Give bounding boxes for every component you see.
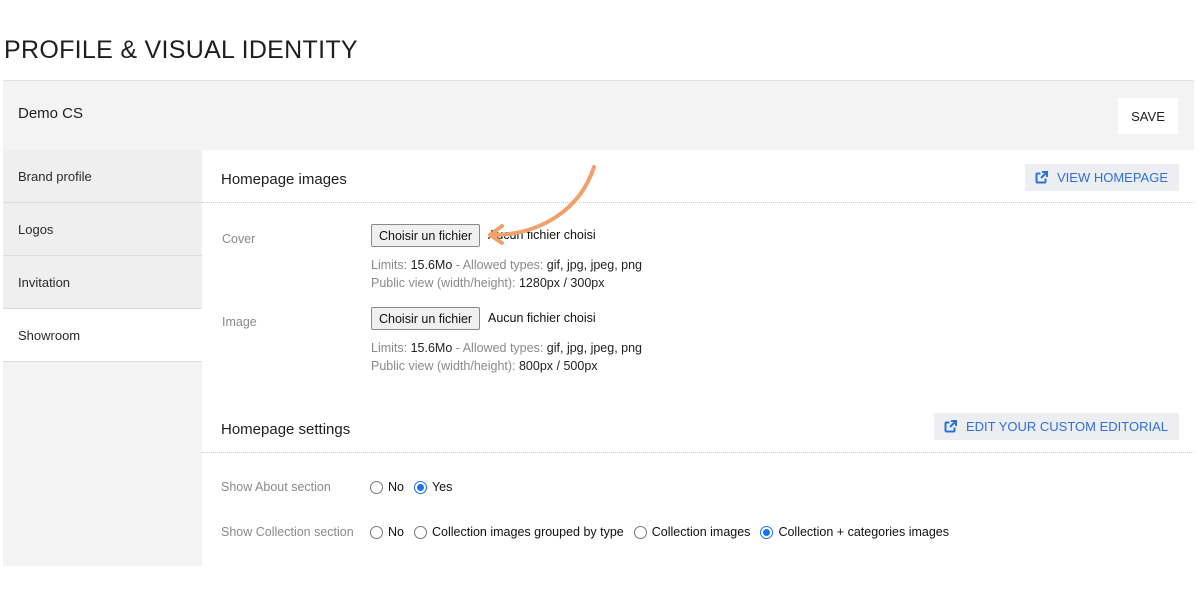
- view-homepage-button[interactable]: VIEW HOMEPAGE: [1025, 164, 1179, 191]
- image-types-value: gif, jpg, jpeg, png: [546, 341, 643, 355]
- radio-grouped[interactable]: [413, 525, 427, 539]
- about-option-yes[interactable]: Yes: [413, 480, 452, 494]
- image-limits-value: 15.6Mo: [410, 341, 453, 355]
- view-homepage-label: VIEW HOMEPAGE: [1057, 170, 1168, 185]
- cover-file-button[interactable]: Choisir un fichier: [371, 224, 481, 247]
- sidebar-item-showroom[interactable]: Showroom: [3, 309, 202, 362]
- curved-arrow-icon: [488, 165, 596, 245]
- radio-no[interactable]: [370, 480, 383, 494]
- radio-categories[interactable]: [760, 525, 774, 539]
- org-name: Demo CS: [18, 105, 84, 122]
- cover-types-value: gif, jpg, jpeg, png: [546, 258, 643, 272]
- about-section-label: Show About section: [221, 480, 331, 494]
- image-view-value: 800px / 500px: [518, 359, 598, 373]
- image-file-status: Aucun fichier choisi: [488, 311, 596, 325]
- collection-option-no[interactable]: No: [370, 525, 404, 539]
- radio-images[interactable]: [633, 525, 647, 539]
- radio-no[interactable]: [370, 525, 383, 539]
- homepage-settings-header: Homepage settings EDIT YOUR CUSTOM EDITO…: [202, 400, 1194, 453]
- radio-yes[interactable]: [413, 480, 427, 494]
- about-option-no[interactable]: No: [370, 480, 404, 494]
- cover-limits-value: 15.6Mo: [410, 258, 453, 272]
- about-radio-group: No Yes: [370, 480, 462, 494]
- edit-editorial-button[interactable]: EDIT YOUR CUSTOM EDITORIAL: [933, 413, 1179, 440]
- image-limits: Limits: 15.6Mo - Allowed types: gif, jpg…: [371, 341, 643, 373]
- homepage-images-header: Homepage images VIEW HOMEPAGE: [202, 150, 1194, 203]
- collection-option-categories[interactable]: Collection + categories images: [760, 525, 949, 539]
- image-file-button[interactable]: Choisir un fichier: [371, 307, 481, 330]
- save-button[interactable]: SAVE: [1118, 98, 1178, 134]
- header-bar: Demo CS SAVE: [3, 80, 1194, 150]
- main-panel: Homepage images VIEW HOMEPAGE Cover Choi…: [202, 150, 1194, 566]
- external-link-icon: [1035, 171, 1048, 184]
- homepage-settings-title: Homepage settings: [221, 421, 351, 438]
- sidebar-item-brand-profile[interactable]: Brand profile: [3, 150, 202, 203]
- page-title: PROFILE & VISUAL IDENTITY: [4, 36, 358, 64]
- collection-option-grouped[interactable]: Collection images grouped by type: [413, 525, 624, 539]
- edit-editorial-label: EDIT YOUR CUSTOM EDITORIAL: [965, 419, 1168, 434]
- cover-view-value: 1280px / 300px: [518, 276, 605, 290]
- cover-limits: Limits: 15.6Mo - Allowed types: gif, jpg…: [371, 258, 643, 290]
- collection-radio-group: No Collection images grouped by type Col…: [370, 525, 959, 539]
- cover-label: Cover: [222, 232, 256, 246]
- external-link-icon: [944, 420, 957, 433]
- image-label: Image: [222, 315, 257, 329]
- sidebar-item-invitation[interactable]: Invitation: [3, 256, 202, 309]
- sidebar-item-logos[interactable]: Logos: [3, 203, 202, 256]
- collection-section-label: Show Collection section: [221, 525, 354, 539]
- homepage-images-title: Homepage images: [221, 171, 347, 188]
- collection-option-images[interactable]: Collection images: [633, 525, 750, 539]
- sidebar: Brand profile Logos Invitation Showroom: [3, 150, 202, 566]
